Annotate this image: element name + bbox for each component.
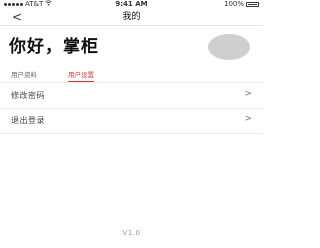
profile-tabs: 用户资料 用户设置	[0, 70, 263, 83]
change-password-label: 修改密码	[11, 91, 45, 100]
status-bar: AT&T 9:41 AM 100%	[0, 0, 263, 9]
logout-row[interactable]: 退出登录 >	[0, 109, 263, 134]
battery-icon	[246, 2, 259, 7]
chevron-right-icon: >	[244, 89, 252, 99]
app-version: V1.0	[122, 229, 141, 237]
battery-percent: 100%	[223, 0, 244, 8]
greeting-text: 你好，掌柜	[9, 37, 99, 57]
chevron-right-icon: >	[244, 114, 252, 124]
avatar[interactable]	[208, 34, 250, 60]
logout-label: 退出登录	[11, 116, 45, 125]
change-password-row[interactable]: 修改密码 >	[0, 84, 263, 109]
page-title: 我的	[122, 12, 141, 22]
tab-user-profile[interactable]: 用户资料	[11, 71, 37, 80]
status-right: 100%	[224, 0, 259, 9]
tab-user-settings[interactable]: 用户设置	[68, 71, 94, 82]
navigation-bar: < 我的	[0, 9, 263, 26]
